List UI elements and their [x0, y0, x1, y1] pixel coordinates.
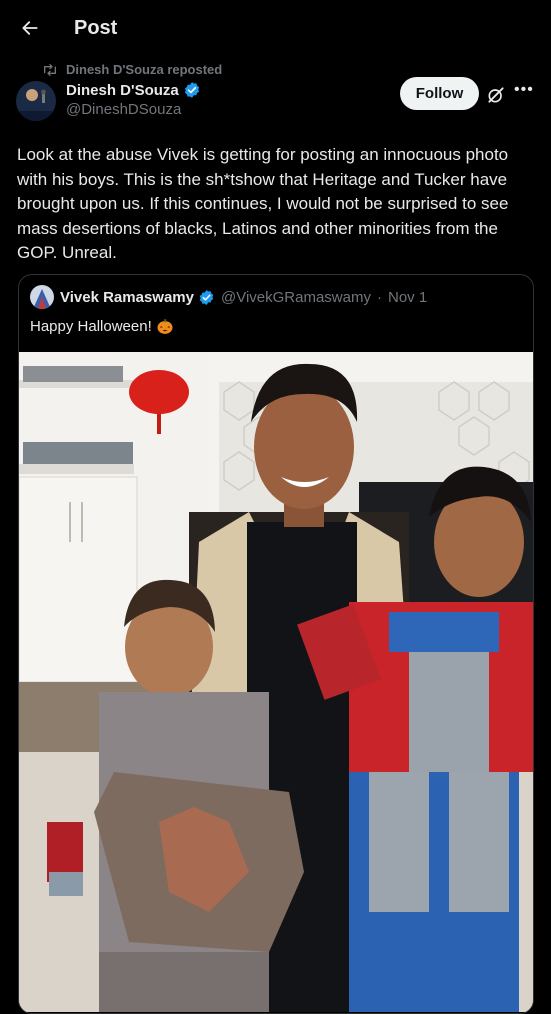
quoted-author-name[interactable]: Vivek Ramaswamy: [60, 289, 194, 306]
repost-indicator[interactable]: Dinesh D'Souza reposted: [0, 56, 551, 77]
repost-icon: [44, 63, 56, 76]
back-button[interactable]: [16, 14, 44, 42]
quoted-post[interactable]: Vivek Ramaswamy @VivekGRamaswamy · Nov 1…: [18, 274, 534, 1014]
more-icon[interactable]: •••: [514, 81, 534, 99]
post-photo[interactable]: [19, 352, 534, 1012]
quoted-post-date[interactable]: Nov 1: [388, 289, 427, 306]
author-name[interactable]: Dinesh D'Souza: [66, 82, 179, 99]
grok-icon[interactable]: [486, 85, 506, 110]
avatar[interactable]: [16, 81, 56, 121]
follow-button[interactable]: Follow: [400, 77, 479, 110]
quoted-post-text-row: Happy Halloween!: [19, 309, 533, 335]
quoted-author-handle[interactable]: @VivekGRamaswamy: [221, 289, 371, 306]
post-text: Look at the abuse Vivek is getting for p…: [17, 145, 509, 262]
verified-badge-icon: [183, 81, 201, 99]
post-author: Dinesh D'Souza @DineshDSouza Follow •••: [0, 77, 551, 121]
quoted-post-text: Happy Halloween!: [30, 317, 152, 335]
verified-badge-icon: [198, 289, 215, 306]
page-title: Post: [74, 16, 118, 39]
arrow-left-icon: [22, 21, 38, 35]
separator-dot: ·: [376, 288, 382, 306]
quoted-avatar[interactable]: [30, 285, 54, 309]
top-bar: Post: [0, 0, 551, 56]
pumpkin-icon: [156, 317, 174, 335]
quoted-post-header: Vivek Ramaswamy @VivekGRamaswamy · Nov 1: [19, 275, 533, 309]
repost-label: Dinesh D'Souza reposted: [66, 62, 223, 77]
